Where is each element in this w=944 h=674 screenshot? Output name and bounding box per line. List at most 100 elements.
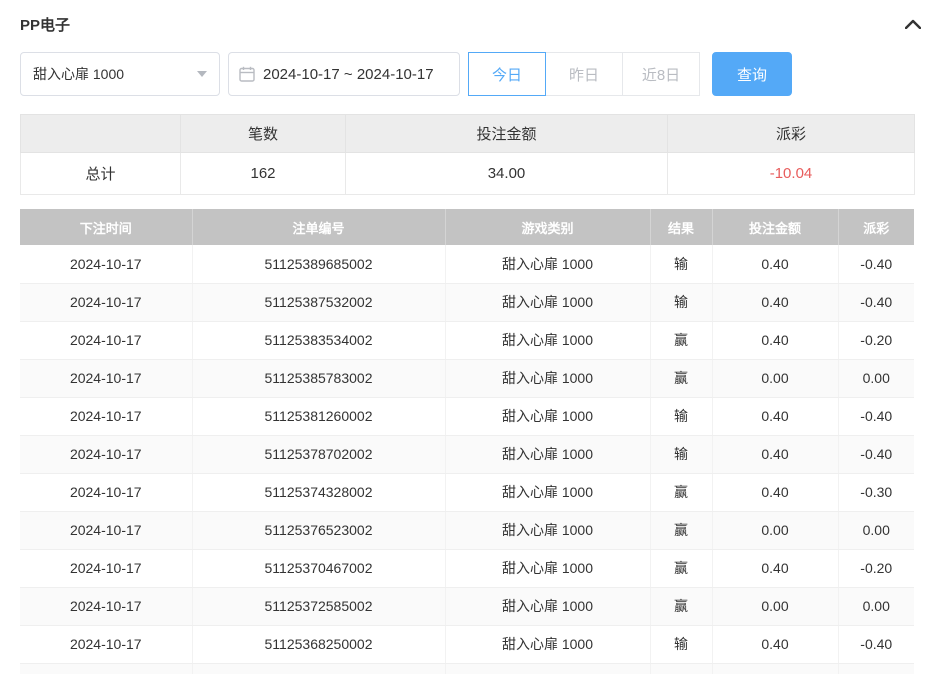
- bet-amount-cell: 0.40: [712, 283, 838, 321]
- result-cell: 输: [650, 397, 712, 435]
- game-category-cell: 甜入心扉 1000: [445, 663, 650, 674]
- quick-button-yesterday[interactable]: 昨日: [545, 52, 623, 96]
- pp-electronic-panel: PP电子 甜入心扉 1000 2024-10-17 ~ 2024-10-17: [0, 0, 944, 674]
- game-category-cell: 甜入心扉 1000: [445, 625, 650, 663]
- result-cell: 输: [650, 283, 712, 321]
- order-number-cell: 51125372585002: [192, 587, 445, 625]
- bet-amount-cell: 0.40: [712, 549, 838, 587]
- result-cell: 赢: [650, 549, 712, 587]
- game-category-cell: 甜入心扉 1000: [445, 511, 650, 549]
- order-number-cell: 51125381260002: [192, 397, 445, 435]
- bet-time-cell: 2024-10-17: [20, 435, 192, 473]
- page-title: PP电子: [20, 14, 70, 35]
- summary-total-row: 总计 162 34.00 -10.04: [21, 153, 915, 195]
- bet-time-cell: 2024-10-17: [20, 245, 192, 283]
- summary-header-count: 笔数: [181, 115, 346, 153]
- select-caret-icon: [197, 71, 207, 77]
- column-header-bet-amount: 投注金额: [712, 209, 838, 245]
- game-category-cell: 甜入心扉 1000: [445, 245, 650, 283]
- table-row: 2024-10-1751125385783002甜入心扉 1000赢0.000.…: [20, 359, 914, 397]
- date-range-value: 2024-10-17 ~ 2024-10-17: [263, 66, 434, 83]
- summary-total-label: 总计: [21, 153, 181, 195]
- summary-header-row: 笔数 投注金额 派彩: [21, 115, 915, 153]
- game-category-cell: 甜入心扉 1000: [445, 321, 650, 359]
- payout-cell: -0.30: [838, 473, 914, 511]
- summary-table: 笔数 投注金额 派彩 总计 162 34.00 -10.04: [20, 114, 915, 195]
- table-row: 2024-10-1751125368250002甜入心扉 1000输0.40-0…: [20, 625, 914, 663]
- collapse-chevron-up-icon[interactable]: [902, 13, 924, 35]
- bet-time-cell: 2024-10-17: [20, 283, 192, 321]
- result-cell: 赢: [650, 663, 712, 674]
- column-header-game-category: 游戏类别: [445, 209, 650, 245]
- game-select-value: 甜入心扉 1000: [33, 64, 124, 84]
- table-row: 2024-10-1751125387532002甜入心扉 1000输0.40-0…: [20, 283, 914, 321]
- bet-amount-cell: 0.40: [712, 473, 838, 511]
- bet-time-cell: 2024-10-17: [20, 625, 192, 663]
- table-row: 2024-10-1751125383534002甜入心扉 1000赢0.40-0…: [20, 321, 914, 359]
- quick-button-today[interactable]: 今日: [468, 52, 546, 96]
- game-category-cell: 甜入心扉 1000: [445, 359, 650, 397]
- bet-amount-cell: 0.00: [712, 359, 838, 397]
- payout-cell: 0.00: [838, 663, 914, 674]
- order-number-cell: 51125376523002: [192, 511, 445, 549]
- game-category-cell: 甜入心扉 1000: [445, 587, 650, 625]
- bet-amount-cell: 0.00: [712, 663, 838, 674]
- table-row: 2024-10-1751125378702002甜入心扉 1000输0.40-0…: [20, 435, 914, 473]
- order-number-cell: 51125383534002: [192, 321, 445, 359]
- bet-table-body: 2024-10-1751125389685002甜入心扉 1000输0.40-0…: [20, 245, 914, 674]
- bet-amount-cell: 0.40: [712, 625, 838, 663]
- result-cell: 输: [650, 245, 712, 283]
- bet-time-cell: 2024-10-17: [20, 587, 192, 625]
- result-cell: 输: [650, 625, 712, 663]
- column-header-order-number: 注单编号: [192, 209, 445, 245]
- column-header-payout: 派彩: [838, 209, 914, 245]
- bet-time-cell: 2024-10-17: [20, 549, 192, 587]
- payout-cell: -0.40: [838, 283, 914, 321]
- result-cell: 赢: [650, 321, 712, 359]
- table-row: 2024-10-1751125365368002甜入心扉 1000赢0.000.…: [20, 663, 914, 674]
- payout-cell: 0.00: [838, 511, 914, 549]
- payout-cell: 0.00: [838, 359, 914, 397]
- date-range-input[interactable]: 2024-10-17 ~ 2024-10-17: [228, 52, 460, 96]
- bet-time-cell: 2024-10-17: [20, 511, 192, 549]
- summary-total-bet-amount: 34.00: [346, 153, 668, 195]
- quick-button-last8days[interactable]: 近8日: [622, 52, 700, 96]
- summary-total-payout: -10.04: [668, 153, 915, 195]
- order-number-cell: 51125370467002: [192, 549, 445, 587]
- bet-amount-cell: 0.40: [712, 397, 838, 435]
- table-row: 2024-10-1751125370467002甜入心扉 1000赢0.40-0…: [20, 549, 914, 587]
- result-cell: 输: [650, 435, 712, 473]
- result-cell: 赢: [650, 473, 712, 511]
- bet-amount-cell: 0.40: [712, 435, 838, 473]
- bet-time-cell: 2024-10-17: [20, 663, 192, 674]
- result-cell: 赢: [650, 587, 712, 625]
- game-category-cell: 甜入心扉 1000: [445, 397, 650, 435]
- order-number-cell: 51125374328002: [192, 473, 445, 511]
- table-row: 2024-10-1751125372585002甜入心扉 1000赢0.000.…: [20, 587, 914, 625]
- summary-header-payout: 派彩: [668, 115, 915, 153]
- game-select[interactable]: 甜入心扉 1000: [20, 52, 220, 96]
- order-number-cell: 51125378702002: [192, 435, 445, 473]
- game-category-cell: 甜入心扉 1000: [445, 283, 650, 321]
- order-number-cell: 51125387532002: [192, 283, 445, 321]
- table-row: 2024-10-1751125381260002甜入心扉 1000输0.40-0…: [20, 397, 914, 435]
- table-row: 2024-10-1751125389685002甜入心扉 1000输0.40-0…: [20, 245, 914, 283]
- game-category-cell: 甜入心扉 1000: [445, 473, 650, 511]
- search-button[interactable]: 查询: [712, 52, 792, 96]
- payout-cell: -0.40: [838, 625, 914, 663]
- result-cell: 赢: [650, 359, 712, 397]
- summary-header-bet-amount: 投注金额: [346, 115, 668, 153]
- bet-amount-cell: 0.40: [712, 321, 838, 359]
- bet-records-table: 下注时间 注单编号 游戏类别 结果 投注金额 派彩 2024-10-175112…: [20, 209, 914, 674]
- chevron-up-icon: [905, 19, 921, 29]
- filter-bar: 甜入心扉 1000 2024-10-17 ~ 2024-10-17 今日 昨日 …: [20, 52, 924, 96]
- payout-cell: -0.40: [838, 435, 914, 473]
- payout-cell: 0.00: [838, 587, 914, 625]
- bet-amount-cell: 0.00: [712, 587, 838, 625]
- bet-table-header-row: 下注时间 注单编号 游戏类别 结果 投注金额 派彩: [20, 209, 914, 245]
- game-category-cell: 甜入心扉 1000: [445, 435, 650, 473]
- order-number-cell: 51125365368002: [192, 663, 445, 674]
- order-number-cell: 51125368250002: [192, 625, 445, 663]
- table-row: 2024-10-1751125374328002甜入心扉 1000赢0.40-0…: [20, 473, 914, 511]
- bet-time-cell: 2024-10-17: [20, 473, 192, 511]
